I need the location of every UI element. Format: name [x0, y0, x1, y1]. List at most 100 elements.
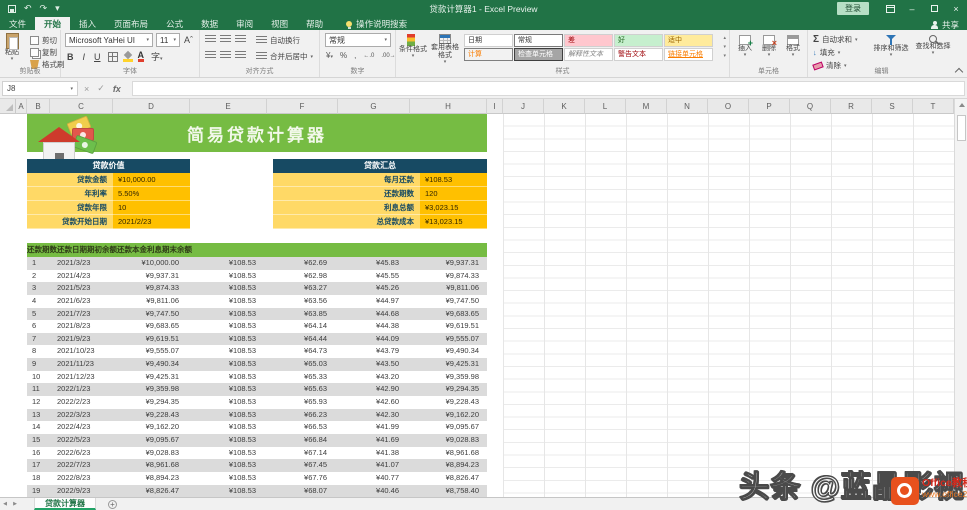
vertical-scroll-thumb[interactable]	[957, 115, 966, 141]
fill-color-icon[interactable]	[123, 52, 133, 62]
align-middle-icon[interactable]	[220, 35, 231, 44]
cell-style-chip[interactable]: 差	[564, 34, 613, 47]
gallery-up-icon[interactable]: ▴	[723, 35, 726, 41]
merge-center-button[interactable]: 合并后居中▾	[256, 51, 313, 62]
font-size-select[interactable]: 11▾	[156, 33, 180, 47]
column-header[interactable]: B	[27, 99, 50, 114]
decrease-decimal-icon[interactable]: .00→	[381, 53, 395, 59]
format-cells-button[interactable]: 格式▾	[782, 35, 804, 57]
wrap-text-button[interactable]: 自动换行	[256, 35, 300, 46]
select-all-corner[interactable]	[0, 99, 16, 114]
column-header[interactable]: M	[626, 99, 667, 114]
ribbon-tab[interactable]: 页面布局	[105, 17, 157, 30]
italic-button[interactable]: I	[81, 52, 88, 62]
amortization-row[interactable]: 11 2022/1/23 ¥9,359.98 ¥108.53 ¥65.63 ¥4…	[27, 383, 487, 396]
delete-cells-button[interactable]: × 删除▾	[758, 35, 780, 57]
tell-me-search[interactable]: 操作说明搜索	[346, 17, 407, 30]
column-header[interactable]: L	[585, 99, 626, 114]
cell-style-chip[interactable]: 好	[614, 34, 663, 47]
formula-input[interactable]	[132, 81, 965, 96]
ribbon-tab[interactable]: 文件	[0, 17, 35, 30]
align-left-icon[interactable]	[205, 51, 216, 60]
redo-icon[interactable]: ↷	[40, 4, 48, 13]
column-header[interactable]: A	[16, 99, 27, 114]
cell-style-chip[interactable]: 链接单元格	[664, 48, 713, 61]
borders-icon[interactable]	[108, 52, 118, 62]
column-header[interactable]: D	[113, 99, 190, 114]
ribbon-tab[interactable]: 审阅	[227, 17, 262, 30]
accounting-format-icon[interactable]: ¥▾	[326, 51, 333, 60]
column-header[interactable]: K	[544, 99, 585, 114]
column-header[interactable]: H	[410, 99, 487, 114]
sheet-grid[interactable]: 简易贷款计算器 贷款价值 贷款金额 ¥10,000.00	[0, 114, 954, 497]
copy-button[interactable]: 复制	[30, 47, 57, 58]
cell-style-chip[interactable]: 计算	[464, 48, 513, 61]
sort-filter-button[interactable]: 排序和筛选▾	[870, 35, 912, 57]
loan-summary-row[interactable]: 利息总额 ¥3,023.15	[273, 201, 487, 215]
close-icon[interactable]: ×	[945, 0, 967, 17]
loan-values-box[interactable]: 贷款价值 贷款金额 ¥10,000.00 年利率 5.50% 贷款年限 10	[27, 159, 190, 229]
maximize-icon[interactable]	[923, 0, 945, 17]
cell-style-chip[interactable]: 日期	[464, 34, 513, 47]
column-header[interactable]: R	[831, 99, 872, 114]
grow-font-icon[interactable]: Aˆ	[182, 35, 195, 45]
minimize-icon[interactable]: –	[901, 0, 923, 17]
column-header[interactable]: C	[50, 99, 113, 114]
gallery-down-icon[interactable]: ▾	[723, 44, 726, 50]
amortization-row[interactable]: 18 2022/8/23 ¥8,894.23 ¥108.53 ¥67.76 ¥4…	[27, 472, 487, 485]
amortization-row[interactable]: 17 2022/7/23 ¥8,961.68 ¥108.53 ¥67.45 ¥4…	[27, 459, 487, 472]
column-header[interactable]: S	[872, 99, 913, 114]
column-header[interactable]: G	[338, 99, 410, 114]
font-color-icon[interactable]: A	[138, 51, 145, 62]
amortization-row[interactable]: 16 2022/6/23 ¥9,028.83 ¥108.53 ¥67.14 ¥4…	[27, 447, 487, 460]
column-header[interactable]: E	[190, 99, 267, 114]
enter-icon[interactable]: ✓	[97, 83, 105, 94]
undo-icon[interactable]: ↶	[24, 4, 32, 13]
align-right-icon[interactable]	[235, 51, 246, 60]
ribbon-tab[interactable]: 视图	[262, 17, 297, 30]
column-header[interactable]: Q	[790, 99, 831, 114]
cancel-icon[interactable]: ×	[84, 84, 89, 94]
cell-style-chip[interactable]: 检查单元格	[514, 48, 563, 61]
amortization-row[interactable]: 6 2021/8/23 ¥9,683.65 ¥108.53 ¥64.14 ¥44…	[27, 320, 487, 333]
comma-icon[interactable]: ,	[354, 51, 356, 60]
amortization-row[interactable]: 10 2021/12/23 ¥9,425.31 ¥108.53 ¥65.33 ¥…	[27, 371, 487, 384]
save-icon[interactable]	[8, 5, 16, 13]
sheet-tab-active[interactable]: 贷款计算器	[34, 498, 96, 510]
column-header[interactable]: J	[503, 99, 544, 114]
ribbon-tab[interactable]: 帮助	[297, 17, 332, 30]
vertical-scrollbar[interactable]	[954, 99, 967, 497]
loan-summary-row[interactable]: 总贷款成本 ¥13,023.15	[273, 215, 487, 229]
format-as-table-button[interactable]: 套用表格格式▾	[429, 34, 461, 64]
loan-value-row[interactable]: 贷款年限 10	[27, 201, 190, 215]
autosum-button[interactable]: Σ 自动求和▾	[813, 34, 858, 45]
amortization-row[interactable]: 2 2021/4/23 ¥9,937.31 ¥108.53 ¥62.98 ¥45…	[27, 270, 487, 283]
bold-button[interactable]: B	[65, 52, 76, 62]
column-header[interactable]: I	[487, 99, 503, 114]
amortization-row[interactable]: 1 2021/3/23 ¥10,000.00 ¥108.53 ¥62.69 ¥4…	[27, 257, 487, 270]
ribbon-tab[interactable]: 数据	[192, 17, 227, 30]
amortization-row[interactable]: 8 2021/10/23 ¥9,555.07 ¥108.53 ¥64.73 ¥4…	[27, 345, 487, 358]
sheet-nav-left-icon[interactable]: ◀	[0, 498, 10, 510]
ribbon-tab[interactable]: 公式	[157, 17, 192, 30]
ribbon-tab[interactable]: 插入	[70, 17, 105, 30]
percent-icon[interactable]: %	[340, 51, 347, 60]
insert-cells-button[interactable]: + 插入▾	[734, 35, 756, 57]
amortization-row[interactable]: 9 2021/11/23 ¥9,490.34 ¥108.53 ¥65.03 ¥4…	[27, 358, 487, 371]
gallery-more-icon[interactable]: ▾	[723, 53, 726, 59]
conditional-formatting-button[interactable]: 条件格式▾	[398, 34, 428, 58]
ribbon-display-options-icon[interactable]	[879, 0, 901, 17]
quick-access-caret-icon[interactable]: ▾	[55, 4, 60, 13]
loan-value-row[interactable]: 年利率 5.50%	[27, 187, 190, 201]
amortization-row[interactable]: 19 2022/9/23 ¥8,826.47 ¥108.53 ¥68.07 ¥4…	[27, 485, 487, 497]
new-sheet-icon[interactable]: +	[108, 500, 117, 509]
amortization-row[interactable]: 3 2021/5/23 ¥9,874.33 ¥108.53 ¥63.27 ¥45…	[27, 282, 487, 295]
amortization-row[interactable]: 7 2021/9/23 ¥9,619.51 ¥108.53 ¥64.44 ¥44…	[27, 333, 487, 346]
fill-button[interactable]: ↓ 填充▾	[813, 47, 840, 58]
column-header[interactable]: O	[708, 99, 749, 114]
increase-decimal-icon[interactable]: ←.0	[363, 53, 374, 59]
phonetic-guide-icon[interactable]: 字▾	[149, 50, 165, 63]
column-header[interactable]: F	[267, 99, 338, 114]
loan-summary-row[interactable]: 每月还款 ¥108.53	[273, 173, 487, 187]
name-box-caret-icon[interactable]: ▾	[70, 87, 73, 91]
